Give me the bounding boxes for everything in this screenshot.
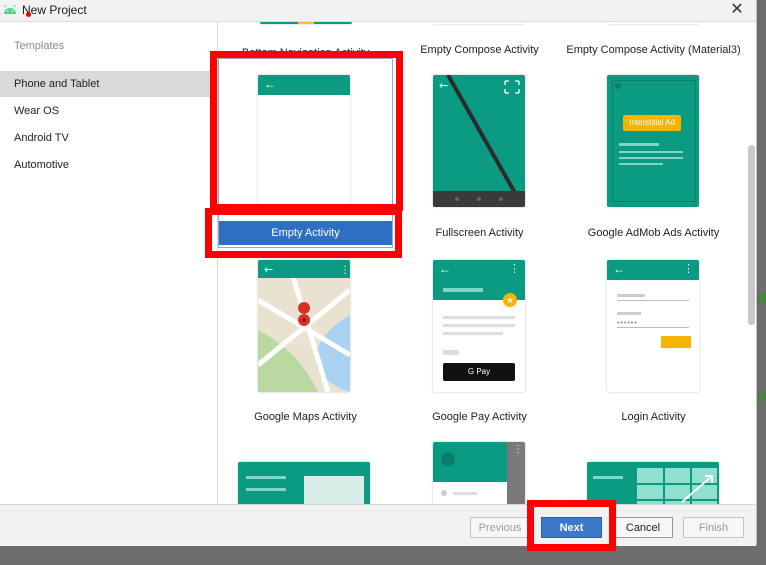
template-tile-admob[interactable]: Interstitial Ad [607, 75, 699, 207]
sidebar-item-phone-and-tablet[interactable]: Phone and Tablet [0, 71, 216, 97]
background-glyph-d: d [757, 290, 766, 307]
cursor-dot [26, 12, 31, 17]
background-glyph-u: u [757, 388, 766, 405]
new-project-dialog: New Project ✕ Templates Phone and Tablet… [0, 0, 757, 546]
next-button[interactable]: Next [541, 517, 602, 538]
template-tile-login[interactable]: ← ⋮ •••••• [607, 260, 699, 392]
template-tile-bottom-navigation[interactable] [260, 22, 352, 24]
template-label-admob[interactable]: Google AdMob Ads Activity [566, 227, 741, 239]
template-label-empty-activity[interactable]: Empty Activity [219, 221, 392, 245]
template-tile-empty-compose-material3[interactable] [607, 22, 699, 24]
dialog-footer: Previous Next Cancel Finish [0, 504, 756, 546]
template-label-google-maps[interactable]: Google Maps Activity [218, 411, 393, 423]
sidebar-item-android-tv[interactable]: Android TV [0, 125, 216, 151]
template-tile-primary-detail[interactable] [587, 462, 719, 504]
title-bar: New Project ✕ [0, 0, 756, 22]
previous-button[interactable]: Previous [470, 517, 530, 538]
templates-heading: Templates [14, 40, 65, 52]
template-label-fullscreen[interactable]: Fullscreen Activity [392, 227, 567, 239]
svg-text:⋮: ⋮ [340, 265, 350, 276]
svg-text:←: ← [264, 263, 273, 276]
template-tile-empty-compose[interactable] [433, 22, 525, 24]
template-label-empty-compose-material3[interactable]: Empty Compose Activity (Material3) [566, 44, 741, 56]
template-tile-master-detail[interactable] [238, 462, 370, 504]
google-pay-button-preview: G Pay [443, 363, 515, 381]
sidebar-item-wear-os[interactable]: Wear OS [0, 98, 216, 124]
template-label-bottom-navigation[interactable]: Bottom Navigation Activity [218, 44, 393, 56]
template-tile-google-maps[interactable]: ← ⋮ [258, 260, 350, 392]
template-category-sidebar: Templates Phone and Tablet Wear OS Andro… [0, 22, 218, 504]
map-illustration: ← ⋮ [258, 260, 350, 392]
template-label-login[interactable]: Login Activity [566, 411, 741, 423]
template-tile-navigation-drawer[interactable]: ⋮ [433, 442, 525, 504]
template-tile-google-pay[interactable]: ← ⋮ ★ G Pay [433, 260, 525, 392]
finish-button[interactable]: Finish [683, 517, 744, 538]
cancel-button[interactable]: Cancel [613, 517, 673, 538]
close-button[interactable]: ✕ [726, 0, 748, 20]
star-icon: ★ [503, 293, 517, 307]
window-title: New Project [22, 3, 87, 17]
gallery-scrollbar[interactable] [748, 145, 755, 325]
template-tile-fullscreen[interactable]: ← [433, 75, 525, 207]
sidebar-item-automotive[interactable]: Automotive [0, 152, 216, 178]
svg-text:←: ← [439, 79, 448, 92]
interstitial-ad-badge: Interstitial Ad [623, 115, 681, 131]
android-icon [4, 4, 16, 14]
selected-template-frame [218, 58, 393, 248]
fullscreen-illustration: ← [433, 75, 525, 207]
template-label-empty-compose[interactable]: Empty Compose Activity [392, 44, 567, 56]
template-label-google-pay[interactable]: Google Pay Activity [392, 411, 567, 423]
